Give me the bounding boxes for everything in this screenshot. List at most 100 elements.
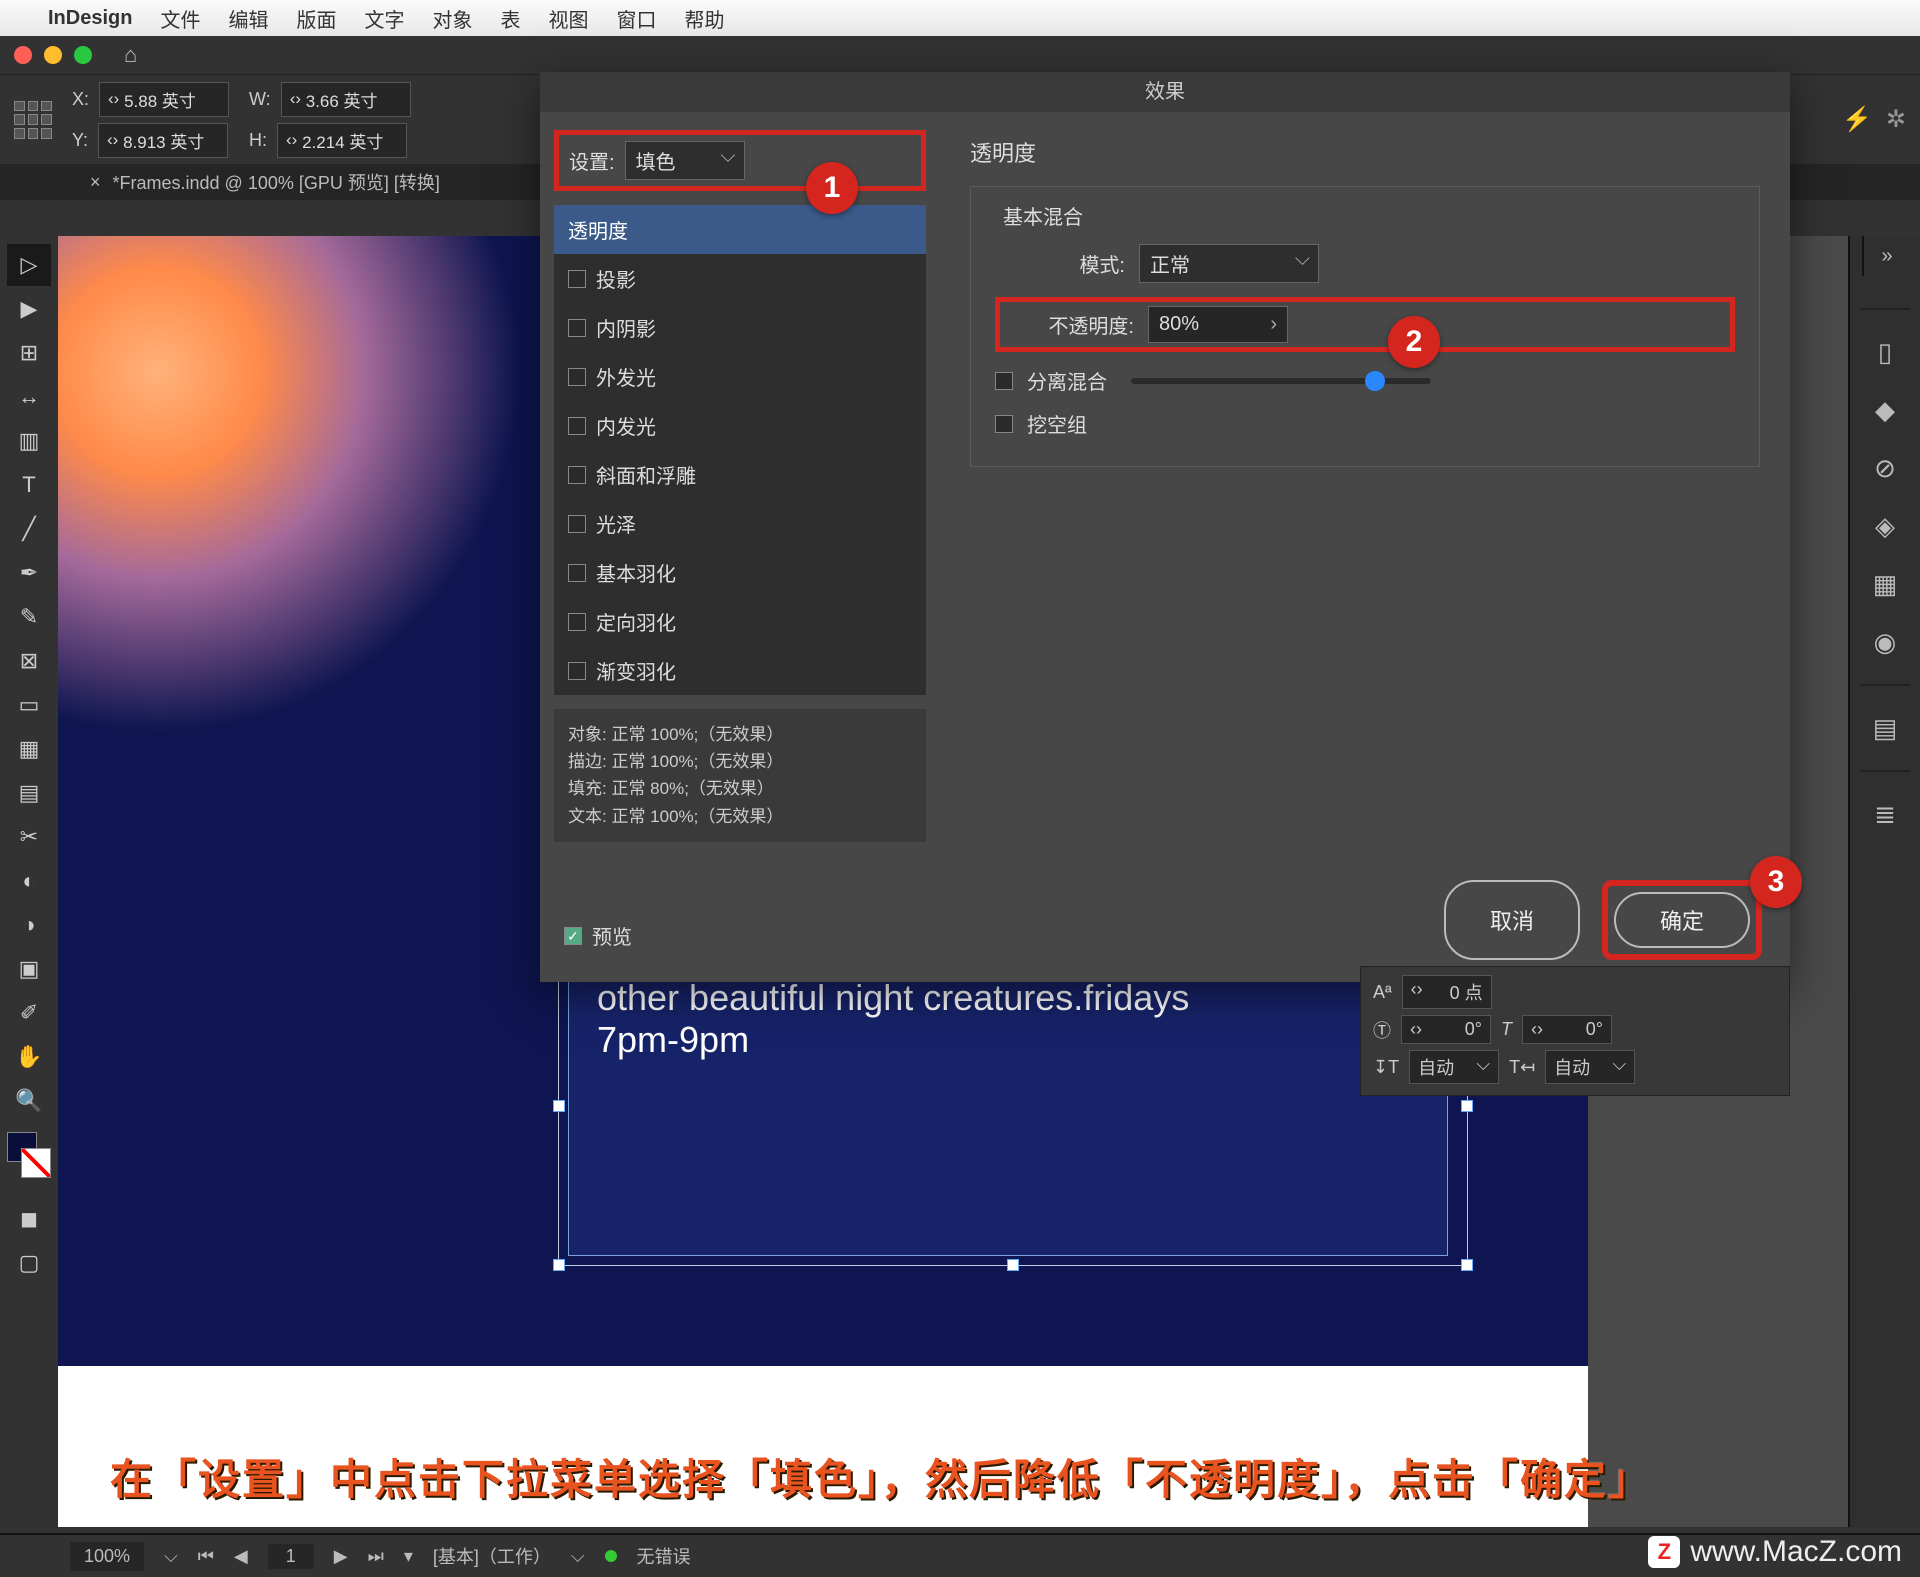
rotate-field-2[interactable]: ‹›0° (1522, 1015, 1612, 1044)
open-dropdown-icon[interactable]: ▾ (404, 1546, 413, 1567)
prev-page-icon[interactable]: ◀ (234, 1546, 248, 1567)
cancel-button[interactable]: 取消 (1444, 880, 1580, 960)
zoom-dropdown-icon[interactable]: ⌵ (164, 1546, 178, 1567)
workspace-dropdown-icon[interactable]: ⌵ (571, 1546, 585, 1567)
screen-mode-icon[interactable]: ▢ (7, 1242, 51, 1284)
zoom-tool-icon[interactable]: 🔍 (7, 1080, 51, 1122)
dialog-left-pane: 设置: 填色 透明度 投影 内阴影 外发光 内发光 斜面和浮雕 光泽 基本羽化 … (540, 112, 940, 982)
setting-dropdown[interactable]: 填色 (625, 141, 745, 180)
isolate-checkbox[interactable] (995, 372, 1013, 390)
menu-table[interactable]: 表 (500, 4, 520, 33)
gear-icon[interactable]: ✲ (1886, 105, 1906, 134)
knockout-label: 挖空组 (1027, 409, 1087, 438)
menu-edit[interactable]: 编辑 (228, 4, 268, 33)
content-collector-icon[interactable]: ▥ (7, 420, 51, 462)
pencil-tool-icon[interactable]: ✎ (7, 596, 51, 638)
tracking-field[interactable]: 自动⌵ (1545, 1050, 1635, 1084)
minimize-window-icon[interactable] (44, 46, 62, 64)
menu-type[interactable]: 文字 (364, 4, 404, 33)
rectangle-tool-icon[interactable]: ▭ (7, 684, 51, 726)
fx-drop-shadow[interactable]: 投影 (554, 254, 926, 303)
zoom-window-icon[interactable] (74, 46, 92, 64)
fx-basic-feather[interactable]: 基本羽化 (554, 548, 926, 597)
free-transform-tool-icon[interactable]: ▤ (7, 772, 51, 814)
reference-point-grid[interactable] (14, 101, 52, 139)
opacity-label: 不透明度: (1004, 310, 1134, 339)
h-field[interactable]: ‹› 2.214 英寸 (277, 123, 407, 158)
hand-tool-icon[interactable]: ✋ (7, 1036, 51, 1078)
baseline-field[interactable]: ‹›0 点 (1402, 975, 1492, 1009)
apply-color-icon[interactable]: ◼ (7, 1198, 51, 1240)
pen-tool-icon[interactable]: ✒ (7, 552, 51, 594)
ok-button[interactable]: 确定 (1614, 892, 1750, 948)
bolt-icon[interactable]: ⚡ (1842, 105, 1872, 134)
gradient-feather-tool-icon[interactable]: ◑ (7, 904, 51, 946)
setting-label: 设置: (569, 146, 615, 175)
next-page-icon[interactable]: ▶ (334, 1546, 348, 1567)
kerning-field[interactable]: 自动⌵ (1409, 1050, 1499, 1084)
home-icon[interactable]: ⌂ (124, 42, 137, 68)
rotate-field-1[interactable]: ‹›0° (1401, 1015, 1491, 1044)
eyedropper-tool-icon[interactable]: ✐ (7, 992, 51, 1034)
callout-badge-1: 1 (806, 162, 858, 214)
stroke-panel-icon[interactable]: ▦ (1865, 564, 1905, 604)
panel-expand-icon[interactable]: » (1862, 236, 1910, 276)
y-field[interactable]: ‹› 8.913 英寸 (98, 123, 228, 158)
close-tab-icon[interactable]: × (90, 172, 101, 193)
preview-checkbox[interactable] (564, 927, 582, 945)
color-panel-icon[interactable]: ◉ (1865, 622, 1905, 662)
pages-panel-icon[interactable]: ▯ (1865, 332, 1905, 372)
stroke-swatch-icon[interactable] (21, 1148, 51, 1178)
tracking-icon: T↤ (1509, 1057, 1535, 1078)
note-tool-icon[interactable]: ▣ (7, 948, 51, 990)
fx-bevel-emboss[interactable]: 斜面和浮雕 (554, 450, 926, 499)
workspace-label[interactable]: [基本]（工作） (433, 1543, 551, 1569)
selection-tool-icon[interactable]: ▷ (7, 244, 51, 286)
page-tool-icon[interactable]: ⊞ (7, 332, 51, 374)
close-window-icon[interactable] (14, 46, 32, 64)
swatch-proxy[interactable] (7, 1132, 51, 1178)
isolate-label: 分离混合 (1027, 366, 1107, 395)
knockout-checkbox[interactable] (995, 415, 1013, 433)
gradient-tool-icon[interactable]: ◐ (7, 860, 51, 902)
line-tool-icon[interactable]: ╱ (7, 508, 51, 550)
gap-tool-icon[interactable]: ↔ (7, 376, 51, 418)
menu-help[interactable]: 帮助 (684, 4, 724, 33)
menu-object[interactable]: 对象 (432, 4, 472, 33)
last-page-icon[interactable]: ⏭ (368, 1546, 384, 1567)
page-number-field[interactable]: 1 (268, 1544, 314, 1569)
app-name[interactable]: InDesign (48, 7, 132, 30)
char-rotate-icon: Ⓣ (1373, 1017, 1391, 1043)
mode-dropdown[interactable]: 正常 (1139, 244, 1319, 283)
cc-libraries-icon[interactable]: ◆ (1865, 390, 1905, 430)
x-field[interactable]: ‹› 5.88 英寸 (99, 82, 229, 117)
type-tool-icon[interactable]: T (7, 464, 51, 506)
fx-satin[interactable]: 光泽 (554, 499, 926, 548)
links-panel-icon[interactable]: ⊘ (1865, 448, 1905, 488)
menu-window[interactable]: 窗口 (616, 4, 656, 33)
right-panel-strip: ≡ ▯ ◆ ⊘ ◈ ▦ ◉ ▤ ≣ (1848, 236, 1920, 1527)
swatches-panel-icon[interactable]: ▤ (1865, 708, 1905, 748)
layers-panel-icon[interactable]: ◈ (1865, 506, 1905, 546)
first-page-icon[interactable]: ⏮ (198, 1546, 214, 1567)
fx-directional-feather[interactable]: 定向羽化 (554, 597, 926, 646)
opacity-slider[interactable] (1131, 378, 1431, 384)
direct-selection-tool-icon[interactable]: ▶ (7, 288, 51, 330)
menu-file[interactable]: 文件 (160, 4, 200, 33)
w-field[interactable]: ‹› 3.66 英寸 (281, 82, 411, 117)
menu-icon[interactable]: ≣ (1865, 794, 1905, 834)
fx-gradient-feather[interactable]: 渐变羽化 (554, 646, 926, 695)
y-label: Y: (72, 130, 88, 151)
fx-inner-glow[interactable]: 内发光 (554, 401, 926, 450)
rectangle-frame-tool-icon[interactable]: ⊠ (7, 640, 51, 682)
scissors-tool-icon[interactable]: ✂ (7, 816, 51, 858)
shear-tool-icon[interactable]: ▦ (7, 728, 51, 770)
menu-view[interactable]: 视图 (548, 4, 588, 33)
fx-outer-glow[interactable]: 外发光 (554, 352, 926, 401)
menu-layout[interactable]: 版面 (296, 4, 336, 33)
fx-inner-shadow[interactable]: 内阴影 (554, 303, 926, 352)
fx-transparency[interactable]: 透明度 (554, 205, 926, 254)
preflight-label[interactable]: 无错误 (637, 1543, 691, 1569)
opacity-field[interactable]: 80%› (1148, 306, 1288, 343)
zoom-field[interactable]: 100% (70, 1542, 144, 1571)
